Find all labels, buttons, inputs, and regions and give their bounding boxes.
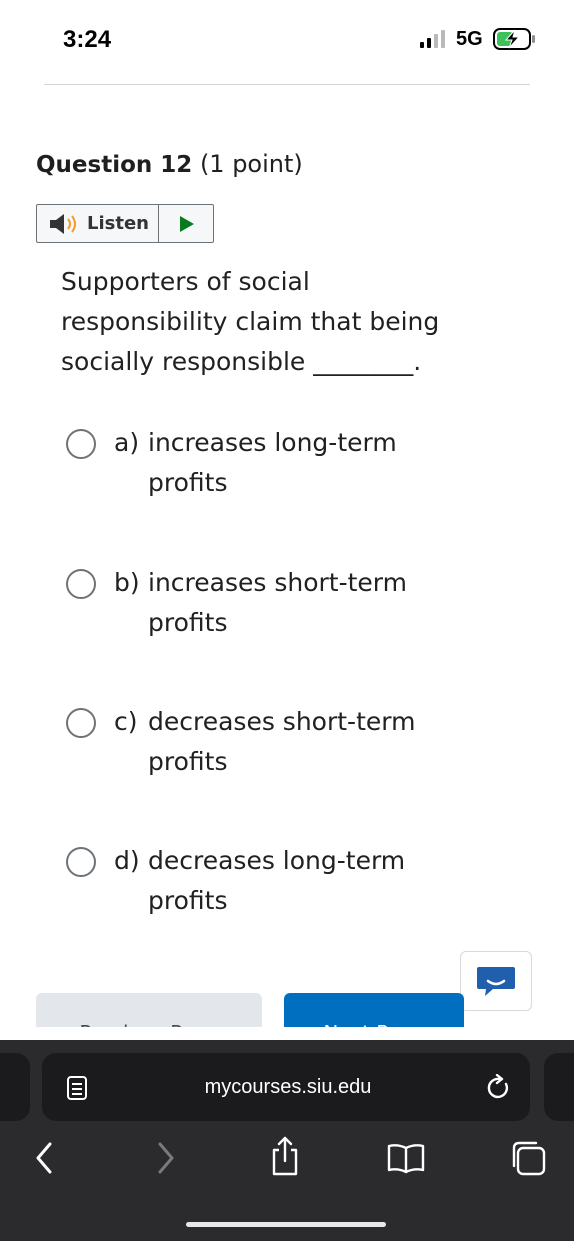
option-text: increases short-term profits bbox=[148, 568, 407, 637]
speaker-icon bbox=[50, 213, 76, 234]
listen-button[interactable]: Listen bbox=[37, 205, 159, 242]
next-page-button[interactable]: Next Page bbox=[284, 993, 464, 1027]
network-type: 5G bbox=[456, 28, 483, 50]
option-letter: d) bbox=[114, 846, 140, 875]
question-points: (1 point) bbox=[199, 150, 303, 178]
reader-mode-icon[interactable] bbox=[66, 1075, 88, 1101]
battery-charging-icon bbox=[493, 28, 535, 50]
listen-widget: Listen bbox=[36, 204, 214, 243]
question-stem: Supporters of social responsibility clai… bbox=[61, 267, 440, 376]
forward-icon[interactable] bbox=[156, 1142, 176, 1174]
option-letter: a) bbox=[114, 428, 140, 457]
radio-button[interactable] bbox=[66, 569, 96, 599]
radio-button[interactable] bbox=[66, 708, 96, 738]
option-letter: c) bbox=[114, 707, 138, 736]
question-title: Question 12 bbox=[36, 152, 193, 178]
play-icon bbox=[180, 215, 194, 232]
option-letter: b) bbox=[114, 568, 140, 597]
previous-page-button[interactable]: Previous Page bbox=[36, 993, 262, 1027]
reload-icon[interactable] bbox=[486, 1074, 512, 1102]
question-header: Question 12 (1 point) bbox=[36, 150, 303, 178]
radio-button[interactable] bbox=[66, 847, 96, 877]
listen-label: Listen bbox=[87, 213, 149, 234]
tabs-icon[interactable] bbox=[510, 1140, 546, 1176]
option-text: decreases long-term profits bbox=[148, 846, 406, 915]
url-text[interactable]: mycourses.siu.edu bbox=[150, 1076, 426, 1099]
previous-tab-preview[interactable] bbox=[0, 1053, 30, 1121]
status-time: 3:24 bbox=[63, 26, 112, 53]
radio-button[interactable] bbox=[66, 429, 96, 459]
home-indicator[interactable] bbox=[186, 1222, 386, 1227]
next-tab-preview[interactable] bbox=[544, 1053, 574, 1121]
option-text: decreases short-term profits bbox=[148, 707, 416, 776]
back-icon[interactable] bbox=[34, 1142, 54, 1174]
bookmarks-icon[interactable] bbox=[386, 1142, 426, 1174]
cellular-signal-icon bbox=[420, 30, 445, 48]
option-text: increases long-term profits bbox=[148, 428, 397, 497]
divider bbox=[44, 84, 530, 85]
share-icon[interactable] bbox=[270, 1136, 300, 1176]
play-button[interactable] bbox=[161, 205, 213, 242]
page-nav: Previous Page Next Page bbox=[0, 985, 574, 1027]
